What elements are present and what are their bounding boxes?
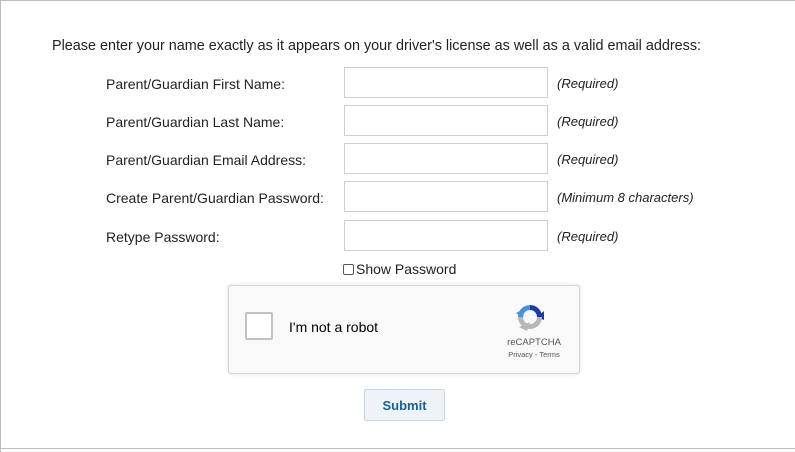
show-password-label: Show Password <box>356 261 457 277</box>
show-password-checkbox[interactable] <box>343 263 354 275</box>
last-name-input[interactable] <box>344 105 548 136</box>
retype-password-hint: (Required) <box>557 229 619 244</box>
retype-password-input[interactable] <box>344 220 548 251</box>
retype-password-row: Retype Password: (Required) <box>0 220 795 253</box>
frame-border-top <box>0 0 795 1</box>
email-hint: (Required) <box>557 152 619 167</box>
email-row: Parent/Guardian Email Address: (Required… <box>0 143 795 176</box>
email-label: Parent/Guardian Email Address: <box>106 152 306 168</box>
first-name-input[interactable] <box>344 67 548 98</box>
recaptcha-checkbox-label: I'm not a robot <box>289 319 379 335</box>
password-input[interactable] <box>344 181 548 212</box>
first-name-hint: (Required) <box>557 76 619 91</box>
password-label: Create Parent/Guardian Password: <box>106 190 324 206</box>
email-input[interactable] <box>344 143 548 174</box>
recaptcha-brand: reCAPTCHA <box>507 337 561 348</box>
recaptcha-checkbox[interactable] <box>245 312 273 340</box>
last-name-row: Parent/Guardian Last Name: (Required) <box>0 105 795 138</box>
submit-button[interactable]: Submit <box>364 389 445 421</box>
recaptcha-logo-icon <box>516 305 544 331</box>
last-name-hint: (Required) <box>557 114 619 129</box>
show-password-toggle[interactable]: Show Password <box>343 261 456 277</box>
password-hint: (Minimum 8 characters) <box>557 190 694 205</box>
first-name-label: Parent/Guardian First Name: <box>106 76 285 92</box>
first-name-row: Parent/Guardian First Name: (Required) <box>0 67 795 100</box>
frame-border-bottom <box>0 448 795 449</box>
form-instructions: Please enter your name exactly as it app… <box>52 38 702 54</box>
recaptcha-privacy-terms-links[interactable]: Privacy - Terms <box>495 350 573 359</box>
last-name-label: Parent/Guardian Last Name: <box>106 114 285 130</box>
retype-password-label: Retype Password: <box>106 229 220 245</box>
recaptcha-widget: I'm not a robot reCAPTCHA Privacy - Term… <box>228 285 580 374</box>
password-row: Create Parent/Guardian Password: (Minimu… <box>0 181 795 214</box>
